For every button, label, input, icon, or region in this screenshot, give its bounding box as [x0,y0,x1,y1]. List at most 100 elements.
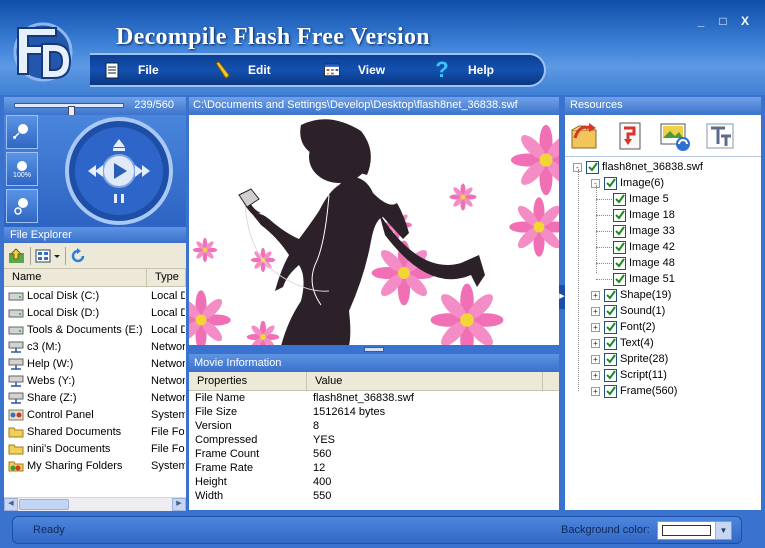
file-list-item[interactable]: Local Disk (D:) Local D [4,304,186,321]
tree-checkbox[interactable] [613,208,626,222]
tree-checkbox[interactable] [613,272,626,286]
movie-info-property: Height [195,476,227,488]
file-item-type: Local D [151,289,185,302]
background-color-select[interactable]: ▼ [657,521,732,540]
zoom-100-button[interactable]: 100% [6,152,38,186]
menu-view[interactable]: View [310,55,420,85]
menu-edit-label: Edit [248,63,271,77]
tree-checkbox[interactable] [613,224,626,238]
tree-item-image[interactable]: Image 48 [613,255,675,271]
menu-edit[interactable]: Edit [200,55,310,85]
movie-info-property: Width [195,490,224,502]
image-refresh-icon[interactable] [659,120,691,152]
expand-icon[interactable]: + [591,306,600,316]
tree-checkbox[interactable] [604,352,617,366]
column-type[interactable]: Type [147,269,186,286]
stage-splitter[interactable] [189,345,559,354]
file-item-name: Help (W:) [27,357,74,370]
tree-checkbox[interactable] [604,304,617,318]
file-list-item[interactable]: Control Panel System [4,406,186,423]
file-list-item[interactable]: My Sharing Folders System [4,457,186,474]
tree-checkbox[interactable] [604,336,617,350]
tree-item-label: Text(4) [620,337,654,349]
tree-group[interactable]: + Font(2) [591,319,655,335]
expand-icon[interactable]: + [591,290,600,300]
tree-group[interactable]: + Script(11) [591,367,667,383]
tree-group[interactable]: + Frame(560) [591,383,677,399]
zoom-out-button[interactable] [6,189,38,223]
file-item-name: Control Panel [27,408,94,421]
column-properties[interactable]: Properties [189,372,307,390]
menu-file[interactable]: File [90,55,200,85]
title-bar: Decompile Flash Free Version _ □ X File … [0,0,765,95]
tree-checkbox[interactable] [604,368,617,382]
tree-line [596,263,612,264]
file-item-type: Local D [151,323,185,336]
file-list-header: Name Type [4,269,186,287]
expand-icon[interactable]: + [591,386,600,396]
tree-group[interactable]: + Sound(1) [591,303,665,319]
tree-line [596,247,612,248]
tree-group-image[interactable]: - Image(6) [591,175,664,191]
expand-icon[interactable]: + [591,354,600,364]
folder-icon [8,443,24,455]
movie-info-row: File Name flash8net_36838.swf [189,391,559,405]
tree-item-image[interactable]: Image 18 [613,207,675,223]
file-list-item[interactable]: Help (W:) Networ [4,355,186,372]
tree-item-image[interactable]: Image 42 [613,239,675,255]
tree-checkbox[interactable] [604,288,617,302]
file-list-hscrollbar[interactable]: ◀ ▶ [4,497,186,511]
splitter-grip-icon[interactable] [364,347,384,352]
tree-item-image[interactable]: Image 51 [613,271,675,287]
file-list-item[interactable]: Shared Documents File Fol [4,423,186,440]
tree-checkbox[interactable] [604,176,617,190]
file-list-item[interactable]: Local Disk (C:) Local D [4,287,186,304]
flash-preview[interactable] [189,115,559,345]
expand-icon[interactable]: + [591,322,600,332]
tree-root[interactable]: - flash8net_36838.swf [573,159,703,175]
maximize-button[interactable]: □ [717,14,729,28]
close-button[interactable]: X [739,14,751,28]
refresh-button[interactable] [70,246,86,266]
file-list-item[interactable]: Webs (Y:) Networ [4,372,186,389]
movie-info-value: 400 [313,476,332,488]
text-tool-icon[interactable] [704,120,736,152]
file-item-name-cell: nini's Documents [4,443,147,455]
file-item-name-cell: Shared Documents [4,426,147,438]
scroll-left-button[interactable]: ◀ [4,498,18,511]
open-folder-icon[interactable] [569,120,601,152]
expand-icon[interactable]: + [591,370,600,380]
file-list-item[interactable]: c3 (M:) Networ [4,338,186,355]
export-icon[interactable] [614,120,646,152]
file-list-item[interactable]: nini's Documents File Fol [4,440,186,457]
scroll-right-button[interactable]: ▶ [172,498,186,511]
tree-item-image[interactable]: Image 5 [613,191,669,207]
up-folder-button[interactable] [8,246,26,266]
tree-checkbox[interactable] [613,192,626,206]
file-list-item[interactable]: Tools & Documents (E:) Local D [4,321,186,338]
tree-checkbox[interactable] [613,240,626,254]
file-item-type: File Fol [151,442,185,455]
tree-item-image[interactable]: Image 33 [613,223,675,239]
tree-checkbox[interactable] [613,256,626,270]
tree-group[interactable]: + Text(4) [591,335,654,351]
app-logo-icon [13,22,73,82]
tree-checkbox[interactable] [604,384,617,398]
document-icon [104,61,120,79]
expand-icon[interactable]: + [591,338,600,348]
chevron-down-icon[interactable]: ▼ [715,522,731,539]
tree-group[interactable]: + Shape(19) [591,287,671,303]
timeline-slider[interactable] [14,103,124,119]
minimize-button[interactable]: _ [695,14,707,28]
tree-checkbox[interactable] [586,160,599,174]
hscroll-thumb[interactable] [19,499,69,510]
tree-item-label: Shape(19) [620,289,672,301]
column-value[interactable]: Value [307,372,543,390]
column-name[interactable]: Name [4,269,147,286]
file-list-item[interactable]: Share (Z:) Networ [4,389,186,406]
zoom-in-button[interactable] [6,115,38,149]
menu-help[interactable]: ? Help [420,55,530,85]
views-button[interactable] [35,246,61,266]
tree-checkbox[interactable] [604,320,617,334]
tree-group[interactable]: + Sprite(28) [591,351,668,367]
